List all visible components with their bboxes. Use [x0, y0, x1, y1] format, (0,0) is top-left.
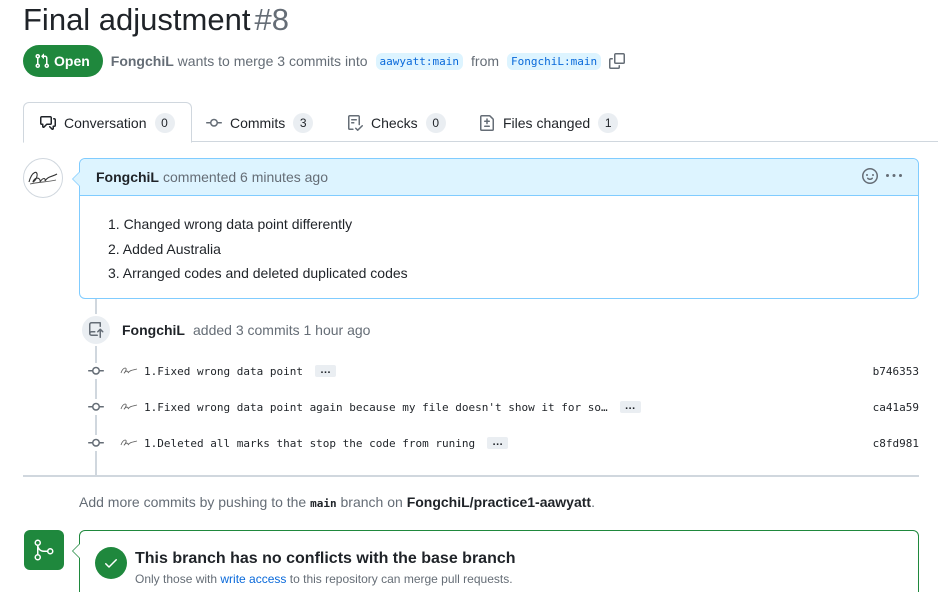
checklist-icon — [348, 114, 363, 131]
copy-icon[interactable] — [609, 53, 626, 69]
repo-push-icon — [80, 314, 112, 346]
timeline-end-divider — [23, 475, 919, 477]
tab-commits[interactable]: Commits 3 — [190, 102, 329, 143]
merge-status-subtitle: Only those with write access to this rep… — [135, 572, 513, 586]
list-item: 3. Arranged codes and deleted duplicated… — [108, 265, 408, 281]
tab-commits-label: Commits — [230, 114, 286, 131]
comment-actions — [862, 167, 902, 187]
state-badge: Open — [23, 45, 103, 77]
expand-commit-button[interactable]: … — [619, 401, 641, 413]
push-hint-branch: main — [310, 497, 337, 510]
base-branch-label[interactable]: aawyatt:main — [375, 52, 464, 70]
push-event-text: added 3 commits 1 hour ago — [193, 322, 371, 338]
commit-message-link[interactable]: 1.Fixed wrong data point — [144, 365, 303, 378]
merge-status-box: This branch has no conflicts with the ba… — [72, 530, 919, 592]
comment-body: 1. Changed wrong data point differently … — [80, 196, 918, 286]
pr-meta: Open FongchiL wants to merge 3 commits i… — [23, 45, 626, 77]
push-hint-suffix: . — [591, 494, 595, 510]
list-item: 2. Added Australia — [108, 240, 221, 257]
comment-author-link[interactable]: FongchiL — [96, 169, 159, 185]
commit-sha-link[interactable]: ca41a59 — [873, 401, 919, 414]
head-branch-label[interactable]: FongchiL:main — [507, 52, 602, 70]
tab-checks[interactable]: Checks 0 — [331, 102, 462, 143]
push-event: FongchiL added 3 commits 1 hour ago — [80, 314, 370, 346]
pr-summary-text: wants to merge 3 commits into — [177, 53, 368, 69]
commit-sha-link[interactable]: b746353 — [873, 365, 919, 378]
comment-discussion-icon — [40, 115, 56, 130]
commit-author-avatar[interactable] — [120, 400, 138, 414]
merge-sub-prefix: Only those with — [135, 572, 218, 586]
expand-commit-button[interactable]: … — [314, 365, 336, 377]
tab-conversation-count: 0 — [154, 112, 175, 133]
tab-conversation-label: Conversation — [64, 114, 147, 131]
commit-message-link[interactable]: 1.Fixed wrong data point again because m… — [144, 401, 608, 414]
tab-checks-count: 0 — [425, 112, 446, 133]
git-pull-request-icon — [35, 53, 50, 69]
check-icon — [95, 547, 127, 579]
push-hint-mid: branch on — [340, 494, 403, 510]
pr-author-link[interactable]: FongchiL — [111, 53, 174, 69]
commit-row: 1.Fixed wrong data point again because m… — [86, 397, 919, 417]
git-merge-icon — [24, 530, 64, 570]
list-item: 1. Changed wrong data point differently — [108, 216, 353, 232]
tab-files-changed[interactable]: Files changed 1 — [463, 102, 634, 143]
merge-status-title: This branch has no conflicts with the ba… — [135, 550, 516, 567]
smiley-icon[interactable] — [862, 167, 878, 187]
tab-files-changed-label: Files changed — [503, 114, 591, 131]
tab-checks-label: Checks — [371, 114, 418, 131]
commit-row: 1.Deleted all marks that stop the code f… — [86, 433, 919, 453]
push-hint: Add more commits by pushing to the main … — [79, 494, 595, 510]
write-access-link[interactable]: write access — [220, 572, 286, 586]
push-author-link[interactable]: FongchiL — [122, 322, 185, 338]
git-commit-icon — [86, 435, 106, 451]
tab-commits-count: 3 — [293, 112, 314, 133]
tab-files-changed-count: 1 — [598, 112, 619, 133]
kebab-horizontal-icon[interactable] — [886, 168, 902, 187]
commit-row: 1.Fixed wrong data point … b746353 — [86, 361, 919, 381]
pr-title: Final adjustment #8 — [23, 2, 289, 38]
expand-commit-button[interactable]: … — [487, 437, 509, 449]
pr-tabs: Conversation 0 Commits 3 Checks 0 Files … — [23, 102, 938, 143]
avatar[interactable] — [23, 158, 63, 198]
comment-box: FongchiL commented 6 minutes ago 1. Chan… — [72, 158, 919, 299]
pr-number: #8 — [254, 2, 289, 37]
file-diff-icon — [480, 114, 494, 131]
git-commit-icon — [206, 118, 222, 127]
git-commit-icon — [86, 399, 106, 415]
commit-message-link[interactable]: 1.Deleted all marks that stop the code f… — [144, 437, 475, 450]
commit-author-avatar[interactable] — [120, 364, 138, 378]
comment-meta[interactable]: commented 6 minutes ago — [163, 169, 328, 185]
merge-sub-suffix: to this repository can merge pull reques… — [289, 572, 513, 586]
push-hint-prefix: Add more commits by pushing to the — [79, 494, 307, 510]
commit-sha-link[interactable]: c8fd981 — [873, 437, 919, 450]
pr-title-text: Final adjustment — [23, 2, 251, 37]
commit-author-avatar[interactable] — [120, 436, 138, 450]
comment-list: 1. Changed wrong data point differently … — [108, 212, 902, 286]
tab-conversation[interactable]: Conversation 0 — [23, 102, 192, 143]
git-commit-icon — [86, 363, 106, 379]
from-text: from — [471, 53, 500, 69]
state-label: Open — [54, 53, 90, 69]
comment-header: FongchiL commented 6 minutes ago — [80, 159, 918, 196]
signature-avatar-icon — [28, 171, 58, 185]
repo-link[interactable]: FongchiL/practice1-aawyatt — [407, 494, 591, 510]
